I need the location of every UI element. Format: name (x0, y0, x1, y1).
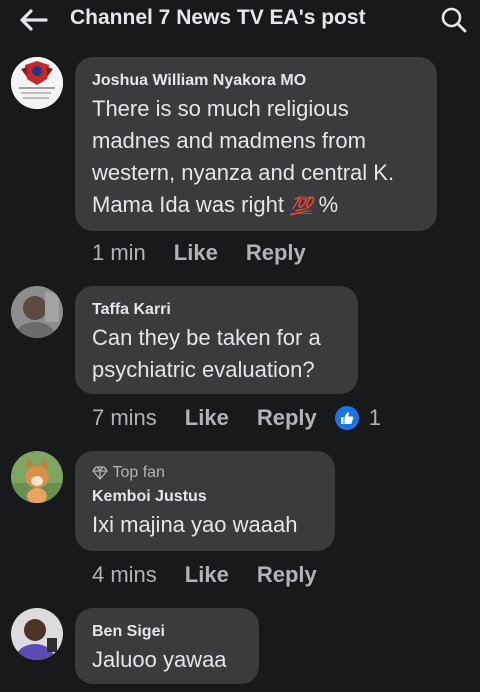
top-fan-badge: Top fan (92, 463, 318, 483)
comment-actions: 7 mins Like Reply 1 (92, 405, 381, 431)
avatar[interactable] (11, 608, 63, 660)
thumbs-up-reaction-icon[interactable] (334, 406, 359, 430)
commenter-name[interactable]: Joshua William Nyakora MO (92, 71, 420, 91)
profile-photo-icon (11, 608, 63, 660)
page-title: Channel 7 News TV EA's post (70, 6, 366, 29)
comment-bubble[interactable]: Joshua William Nyakora MO There is so mu… (75, 57, 437, 231)
comment-actions: 4 mins Like Reply (92, 562, 345, 588)
top-fan-label: Top fan (112, 464, 165, 481)
coat-of-arms-icon (11, 57, 63, 109)
diamond-icon (92, 466, 108, 480)
reply-button[interactable]: Reply (257, 562, 317, 588)
commenter-name[interactable]: Ben Sigei (92, 622, 242, 642)
avatar[interactable] (11, 451, 63, 503)
reply-button[interactable]: Reply (257, 405, 317, 431)
top-bar: Channel 7 News TV EA's post (0, 0, 480, 40)
comment-body: Jaluoo yawaa (92, 647, 227, 672)
comment-bubble[interactable]: Taffa Karri Can they be taken for a psyc… (75, 286, 358, 394)
comment-body: Ixi majina yao waaah (92, 512, 298, 538)
comment-text: There is so much religious madnes and ma… (92, 93, 420, 222)
comment-body: There is so much religious madnes and ma… (92, 96, 395, 217)
comment-suffix: % (318, 192, 339, 217)
hundred-points-emoji-icon: 💯 (290, 196, 313, 216)
timestamp: 1 min (92, 240, 146, 265)
like-button[interactable]: Like (185, 405, 229, 431)
commenter-name[interactable]: Taffa Karri (92, 300, 341, 320)
reply-button[interactable]: Reply (246, 240, 306, 266)
dog-photo-icon (11, 451, 63, 503)
reaction-count[interactable]: 1 (369, 405, 381, 431)
like-button[interactable]: Like (174, 240, 218, 266)
commenter-name[interactable]: Kemboi Justus (92, 487, 318, 507)
timestamp: 7 mins (92, 405, 157, 430)
comment-actions: 1 min Like Reply (92, 240, 334, 266)
search-icon[interactable] (440, 6, 468, 34)
avatar[interactable] (11, 286, 63, 338)
comment-bubble[interactable]: Ben Sigei Jaluoo yawaa (75, 608, 259, 684)
profile-photo-icon (11, 286, 63, 338)
arrow-left-icon[interactable] (18, 8, 48, 32)
comment-body: Can they be taken for a psychiatric eval… (92, 325, 321, 382)
avatar[interactable] (11, 57, 63, 109)
like-button[interactable]: Like (185, 562, 229, 588)
timestamp: 4 mins (92, 562, 157, 587)
comment-bubble[interactable]: Top fan Kemboi Justus Ixi majina yao waa… (75, 451, 335, 551)
